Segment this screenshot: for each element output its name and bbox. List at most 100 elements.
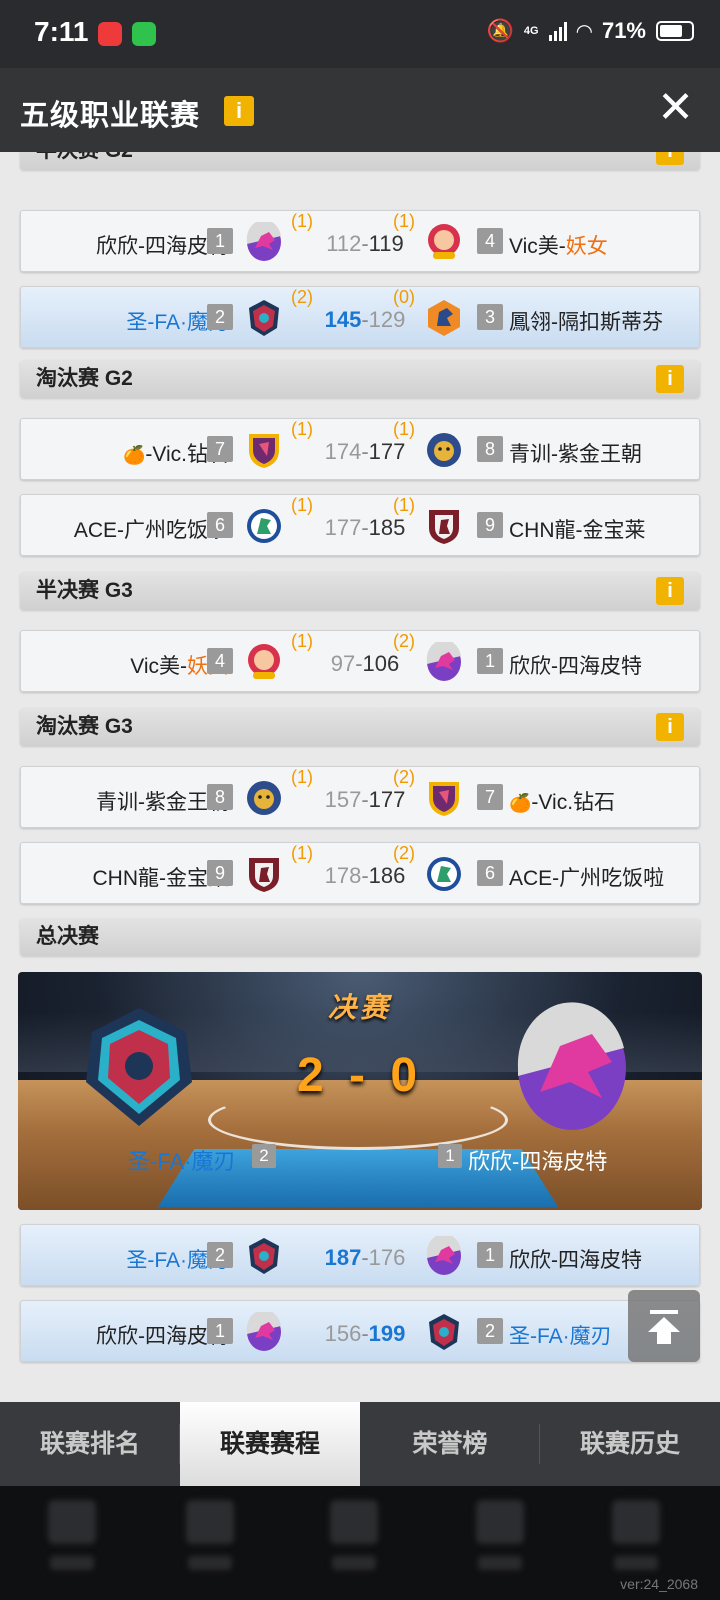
match-row[interactable]: 🍊-Vic.钻石 7 (1) 174-177 (1) 8 青训-紫金王朝 <box>20 418 700 480</box>
section-title-elim-g2: 淘汰赛 G2 i <box>20 360 700 398</box>
league-info-button[interactable]: i <box>224 96 254 126</box>
team-b-name: 🍊-Vic.钻石 <box>509 791 616 814</box>
schedule-list[interactable]: 半决赛 G2 i 欣欣-四海皮特 1 (1) 112-119 (1) 4 Vic… <box>0 152 720 1402</box>
nav-item-icon <box>48 1500 96 1544</box>
team-a-seed: 9 <box>207 860 233 886</box>
team-a-seed: 2 <box>207 304 233 330</box>
back-to-top-icon <box>648 1310 680 1344</box>
network-type: 4G <box>523 25 539 37</box>
team-a-seed: 1 <box>207 228 233 254</box>
team-b-logo-icon <box>425 506 463 546</box>
wechat-icon <box>132 22 156 46</box>
section-info-button[interactable]: i <box>656 365 684 393</box>
team-a-series-wins: (1) <box>291 495 313 515</box>
orange-icon: 🍊 <box>509 793 532 813</box>
match-row[interactable]: 欣欣-四海皮特 1 (1) 112-119 (1) 4 Vic美-妖女 <box>20 210 700 272</box>
close-button[interactable]: ✕ <box>657 86 694 130</box>
back-to-top-button[interactable] <box>628 1290 700 1362</box>
team-b-series-wins: (1) <box>393 419 415 439</box>
tab-league-history[interactable]: 联赛历史 <box>540 1402 720 1486</box>
team-b-seed: 3 <box>477 304 503 330</box>
finals-banner[interactable]: 决赛 2 - 0 圣-FA·魔刃 2 1 欣欣-四海皮特 <box>18 972 702 1210</box>
match-row[interactable]: CHN龍-金宝莱 9 (1) 178-186 (2) 6 ACE-广州吃饭啦 <box>20 842 700 904</box>
team-b-seed: 8 <box>477 436 503 462</box>
team-b-series-wins: (1) <box>393 211 415 231</box>
team-b-name: ACE-广州吃饭啦 <box>509 867 665 890</box>
team-b-series-wins: (2) <box>393 631 415 651</box>
bottom-nav-blurred: ver:24_2068 <box>0 1486 720 1600</box>
battery-percent: 71% <box>601 18 646 43</box>
signal-icon <box>548 21 567 41</box>
section-title-semi-g2: 半决赛 G2 i <box>20 152 700 170</box>
team-b-series-wins: (0) <box>393 287 415 307</box>
finals-team-b-logo-icon <box>517 1002 626 1130</box>
team-b-seed: 4 <box>477 228 503 254</box>
team-a-series-wins: (1) <box>291 631 313 651</box>
team-a-seed: 7 <box>207 436 233 462</box>
app-header: 五级职业联赛 i ✕ <box>0 68 720 152</box>
team-b-logo-icon <box>425 778 463 818</box>
finals-team-b-seed: 1 <box>438 1144 462 1168</box>
section-title-finals: 总决赛 <box>20 918 700 956</box>
team-a-series-wins: (1) <box>291 767 313 787</box>
match-row[interactable]: ACE-广州吃饭啦 6 (1) 177-185 (1) 9 CHN龍-金宝莱 <box>20 494 700 556</box>
team-b-logo-icon <box>425 1236 463 1276</box>
finals-team-b-name: 欣欣-四海皮特 <box>468 1149 608 1174</box>
finals-team-a-seed: 2 <box>252 1144 276 1168</box>
team-b-seed: 1 <box>477 1242 503 1268</box>
team-b-seed: 6 <box>477 860 503 886</box>
tab-league-ranking[interactable]: 联赛排名 <box>0 1402 180 1486</box>
team-a-series-wins: (2) <box>291 287 313 307</box>
team-b-seed: 9 <box>477 512 503 538</box>
match-row[interactable]: 圣-FA·魔刃 2 (2) 145-129 (0) 3 鳳翎-隔扣斯蒂芬 <box>20 286 700 348</box>
section-info-button[interactable]: i <box>656 152 684 165</box>
team-b-series-wins: (2) <box>393 767 415 787</box>
version-label: ver:24_2068 <box>620 1576 698 1592</box>
team-a-series-wins: (1) <box>291 211 313 231</box>
match-row[interactable]: Vic美-妖女 4 (1) 97-106 (2) 1 欣欣-四海皮特 <box>20 630 700 692</box>
team-a-seed: 4 <box>207 648 233 674</box>
team-b-name: CHN龍-金宝莱 <box>509 519 646 542</box>
team-b-series-wins: (2) <box>393 843 415 863</box>
team-b-name: 鳳翎-隔扣斯蒂芬 <box>509 311 663 334</box>
section-info-button[interactable]: i <box>656 713 684 741</box>
team-a-seed: 2 <box>207 1242 233 1268</box>
nav-item-icon <box>330 1500 378 1544</box>
team-b-name: Vic美-妖女 <box>509 235 608 258</box>
page-title: 五级职业联赛 <box>20 100 201 132</box>
finals-team-a-name: 圣-FA·魔刃 <box>128 1149 236 1174</box>
team-b-logo-icon <box>425 642 463 682</box>
battery-icon <box>656 21 694 41</box>
team-b-seed: 2 <box>477 1318 503 1344</box>
wifi-icon: ◠ <box>576 20 592 43</box>
nav-item-icon <box>612 1500 660 1544</box>
tab-honor-board[interactable]: 荣誉榜 <box>360 1402 540 1486</box>
team-b-seed: 1 <box>477 648 503 674</box>
team-b-logo-icon <box>425 1312 463 1352</box>
nav-item-icon <box>476 1500 524 1544</box>
team-b-series-wins: (1) <box>393 495 415 515</box>
team-a-name: ACE-广州吃饭啦 <box>73 519 229 542</box>
team-b-logo-icon <box>425 854 463 894</box>
status-bar: 7:11 🔕 4G ◠ 71% <box>0 0 720 68</box>
match-row[interactable]: 青训-紫金王朝 8 (1) 157-177 (2) 7 🍊-Vic.钻石 <box>20 766 700 828</box>
nav-item-icon <box>186 1500 234 1544</box>
team-a-series-wins: (1) <box>291 419 313 439</box>
team-b-logo-icon <box>425 430 463 470</box>
notification-app-icon <box>98 22 122 46</box>
tab-league-schedule[interactable]: 联赛赛程 <box>180 1402 360 1486</box>
mute-icon: 🔕 <box>486 18 514 43</box>
team-a-seed: 6 <box>207 512 233 538</box>
match-row[interactable]: 圣-FA·魔刃 2 187-176 1 欣欣-四海皮特 <box>20 1224 700 1286</box>
team-b-name: 圣-FA·魔刃 <box>509 1325 612 1348</box>
team-b-seed: 7 <box>477 784 503 810</box>
status-time: 7:11 <box>34 16 89 47</box>
team-a-seed: 8 <box>207 784 233 810</box>
team-a-seed: 1 <box>207 1318 233 1344</box>
finals-team-a-logo-icon <box>86 1008 192 1126</box>
team-b-name: 青训-紫金王朝 <box>509 443 642 466</box>
section-title-semi-g3: 半决赛 G3 i <box>20 572 700 610</box>
team-b-logo-icon <box>425 222 463 262</box>
match-row[interactable]: 欣欣-四海皮特 1 156-199 2 圣-FA·魔刃 <box>20 1300 700 1362</box>
section-info-button[interactable]: i <box>656 577 684 605</box>
